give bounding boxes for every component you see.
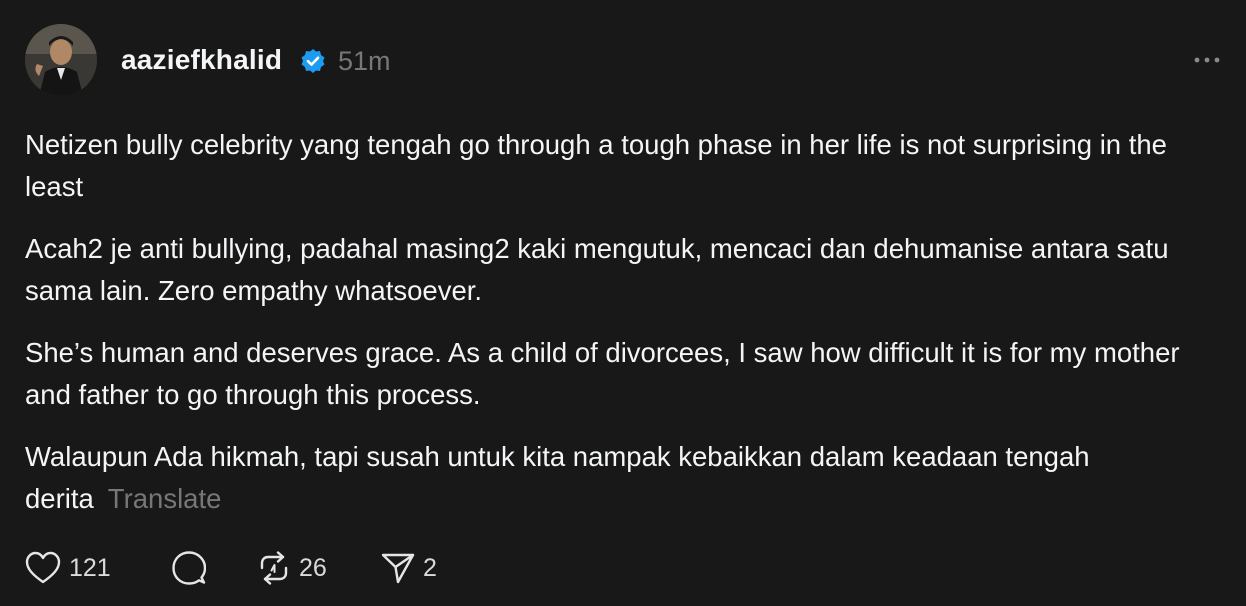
repost-count: 26 [299,553,327,582]
post-timestamp: 51m [338,46,391,76]
post-paragraph-4-container: Walaupun Ada hikmah, tapi susah untuk ki… [25,436,1225,520]
send-icon [381,553,415,584]
share-button[interactable]: 2 [381,548,437,588]
post-paragraph-3: She’s human and deserves grace. As a chi… [25,337,1180,410]
thread-post: aaziefkhalid 51m Netizen bully celebrity… [0,0,1246,606]
avatar[interactable] [25,24,97,96]
action-bar: 121 26 2 [25,548,525,588]
post-paragraph-2: Acah2 je anti bullying, padahal masing2 … [25,233,1169,306]
comment-bubble-icon [172,551,206,585]
translate-link[interactable]: Translate [108,483,222,514]
more-options-icon[interactable] [1193,52,1221,68]
like-count: 121 [69,553,111,582]
verified-badge-icon [301,49,325,73]
reply-button[interactable] [172,548,206,588]
post-paragraph-1: Netizen bully celebrity yang tengah go t… [25,129,1167,202]
post-header: aaziefkhalid 51m [25,24,1221,96]
share-count: 2 [423,553,437,582]
username[interactable]: aaziefkhalid [121,44,282,76]
repost-button[interactable]: 26 [257,548,327,588]
heart-icon [25,551,61,584]
post-body: Netizen bully celebrity yang tengah go t… [25,124,1225,540]
repost-icon [260,551,288,585]
like-button[interactable]: 121 [25,548,111,588]
